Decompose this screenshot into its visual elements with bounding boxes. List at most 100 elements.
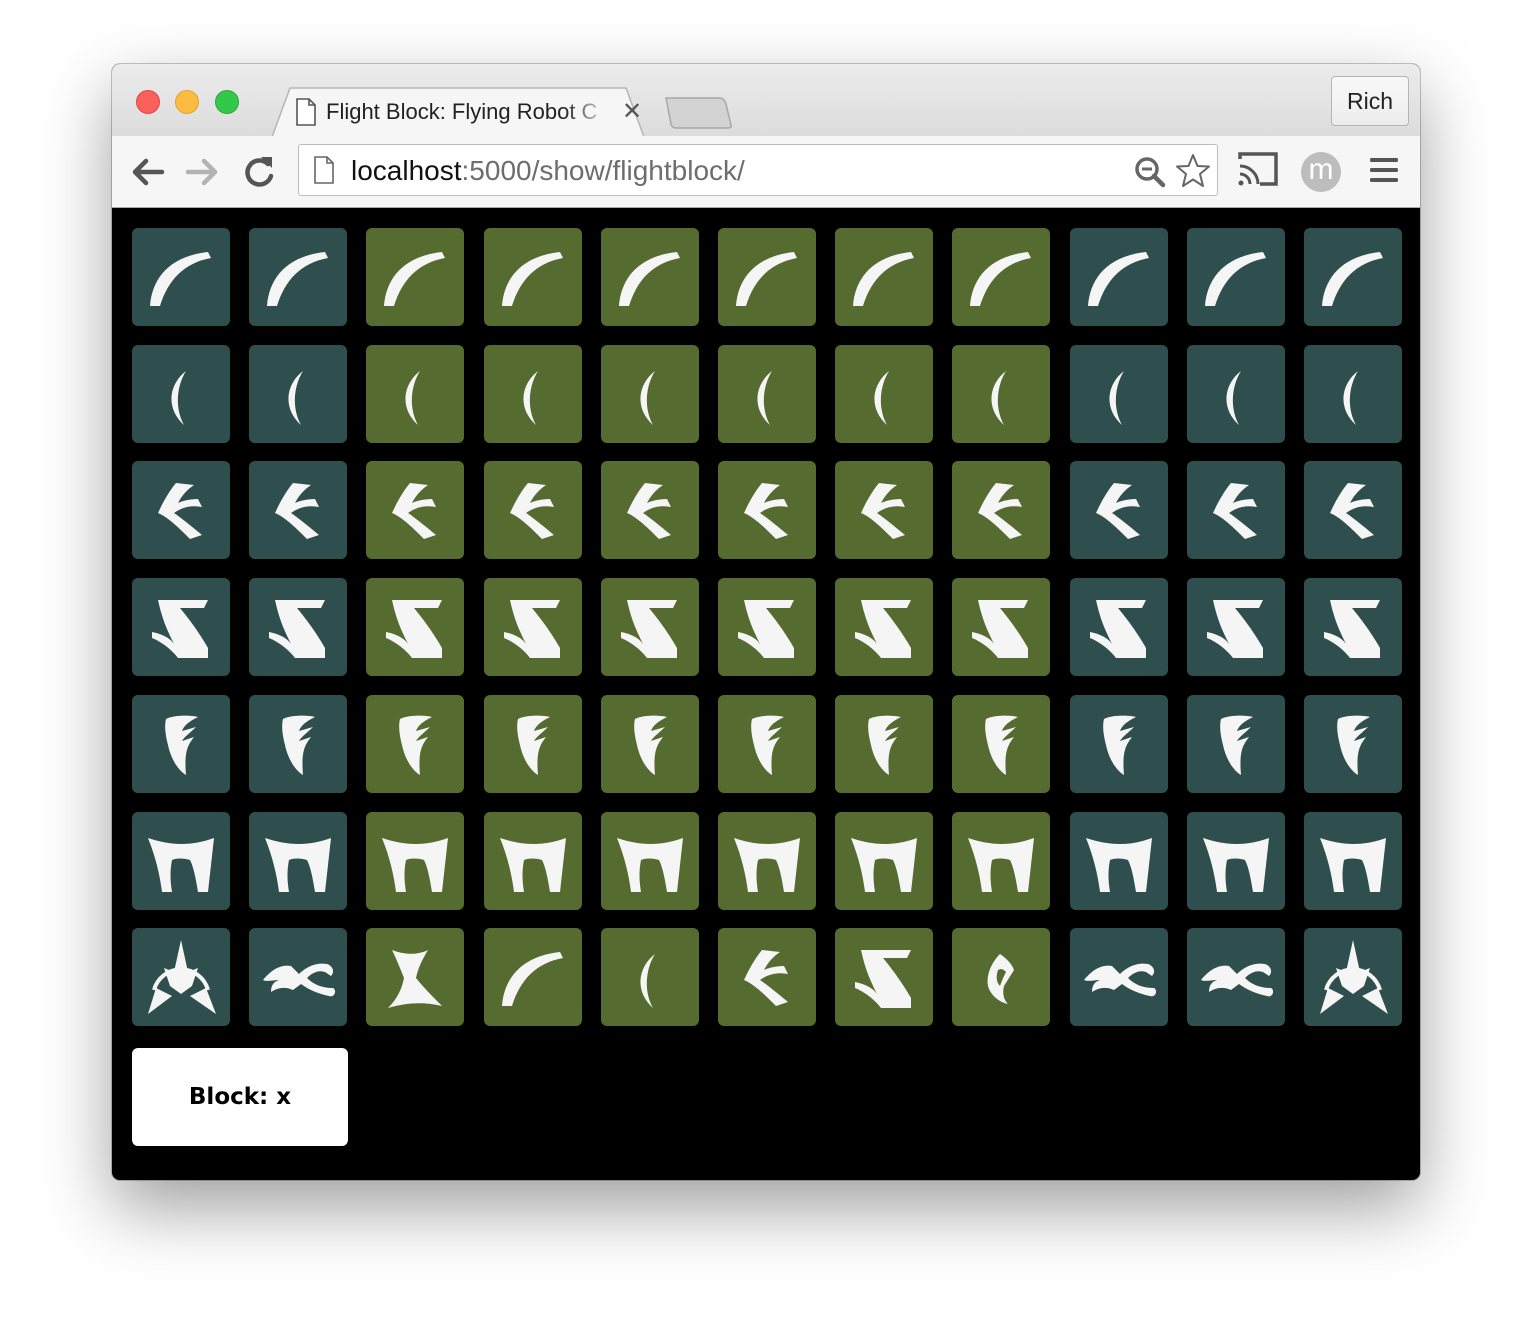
flight-block-tile[interactable] bbox=[484, 578, 582, 676]
f-shape-icon bbox=[165, 715, 198, 775]
flight-block-tile[interactable] bbox=[1187, 461, 1285, 559]
flight-block-tile[interactable] bbox=[1070, 695, 1168, 793]
flight-block-tile[interactable] bbox=[835, 228, 933, 326]
flight-block-tile[interactable] bbox=[835, 928, 933, 1026]
flight-block-tile[interactable] bbox=[1304, 578, 1402, 676]
flight-block-tile[interactable] bbox=[1070, 228, 1168, 326]
profile-button[interactable]: Rich bbox=[1331, 76, 1409, 126]
flight-block-tile[interactable] bbox=[952, 695, 1050, 793]
flight-block-tile[interactable] bbox=[249, 928, 347, 1026]
flight-block-tile[interactable] bbox=[1187, 228, 1285, 326]
flight-block-tile[interactable] bbox=[249, 812, 347, 910]
flight-block-tile[interactable] bbox=[1187, 345, 1285, 443]
flight-block-tile[interactable] bbox=[1304, 695, 1402, 793]
flight-block-tile[interactable] bbox=[132, 345, 230, 443]
flight-block-tile[interactable] bbox=[1070, 578, 1168, 676]
flight-block-tile[interactable] bbox=[1304, 812, 1402, 910]
flight-block-tile[interactable] bbox=[718, 345, 816, 443]
avatar[interactable]: m bbox=[1301, 152, 1341, 192]
flight-block-tile[interactable] bbox=[718, 695, 816, 793]
flight-block-tile[interactable] bbox=[718, 928, 816, 1026]
flight-block-tile[interactable] bbox=[601, 461, 699, 559]
flight-block-tile[interactable] bbox=[1187, 695, 1285, 793]
flight-block-tile[interactable] bbox=[718, 461, 816, 559]
flight-block-tile[interactable] bbox=[1070, 928, 1168, 1026]
flight-block-tile[interactable] bbox=[132, 695, 230, 793]
flight-block-tile[interactable] bbox=[1304, 928, 1402, 1026]
flight-block-tile[interactable] bbox=[366, 812, 464, 910]
flight-block-tile[interactable] bbox=[484, 928, 582, 1026]
flight-block-tile[interactable] bbox=[718, 578, 816, 676]
flight-block-tile[interactable] bbox=[366, 928, 464, 1026]
flight-block-tile[interactable] bbox=[835, 695, 933, 793]
maximize-window-button[interactable] bbox=[215, 90, 239, 114]
flight-block-tile[interactable] bbox=[1187, 812, 1285, 910]
flight-block-tile[interactable] bbox=[601, 928, 699, 1026]
flight-block-tile[interactable] bbox=[952, 461, 1050, 559]
f-shape-icon bbox=[517, 715, 550, 775]
arc-icon bbox=[736, 252, 797, 306]
flight-block-tile[interactable] bbox=[1070, 345, 1168, 443]
arrow-icon bbox=[392, 483, 436, 539]
flight-block-tile[interactable] bbox=[132, 228, 230, 326]
minimize-window-button[interactable] bbox=[175, 90, 199, 114]
flight-block-tile[interactable] bbox=[132, 928, 230, 1026]
f-shape-icon bbox=[985, 715, 1018, 775]
flight-block-tile[interactable] bbox=[484, 345, 582, 443]
flight-block-tile[interactable] bbox=[718, 228, 816, 326]
flight-block-tile[interactable] bbox=[601, 578, 699, 676]
flight-block-tile[interactable] bbox=[1304, 345, 1402, 443]
flight-block-tile[interactable] bbox=[601, 345, 699, 443]
flight-block-tile[interactable] bbox=[1070, 812, 1168, 910]
flight-block-tile[interactable] bbox=[366, 345, 464, 443]
flight-block-tile[interactable] bbox=[484, 812, 582, 910]
reload-icon[interactable] bbox=[239, 152, 279, 192]
flight-block-tile[interactable] bbox=[484, 228, 582, 326]
flight-block-tile[interactable] bbox=[366, 228, 464, 326]
flight-block-tile[interactable] bbox=[484, 461, 582, 559]
flight-block-tile[interactable] bbox=[366, 695, 464, 793]
bookmark-star-icon[interactable] bbox=[1175, 153, 1211, 189]
flight-block-tile[interactable] bbox=[132, 461, 230, 559]
back-arrow-icon[interactable] bbox=[128, 152, 168, 192]
cast-icon[interactable] bbox=[1236, 150, 1280, 190]
flight-block-tile[interactable] bbox=[835, 578, 933, 676]
flight-block-tile[interactable] bbox=[835, 812, 933, 910]
flight-block-tile[interactable] bbox=[601, 228, 699, 326]
flight-block-tile[interactable] bbox=[718, 812, 816, 910]
flight-block-tile[interactable] bbox=[952, 928, 1050, 1026]
arc-icon bbox=[619, 252, 680, 306]
flight-block-tile[interactable] bbox=[1304, 461, 1402, 559]
flight-block-tile[interactable] bbox=[132, 578, 230, 676]
flight-block-tile[interactable] bbox=[1070, 461, 1168, 559]
flight-block-tile[interactable] bbox=[249, 345, 347, 443]
arc-icon bbox=[970, 252, 1031, 306]
zoom-icon[interactable] bbox=[1133, 155, 1167, 189]
flight-block-tile[interactable] bbox=[952, 578, 1050, 676]
flight-block-tile[interactable] bbox=[952, 812, 1050, 910]
flight-block-tile[interactable] bbox=[249, 461, 347, 559]
new-tab-button[interactable] bbox=[664, 96, 734, 130]
flight-block-tile[interactable] bbox=[132, 812, 230, 910]
flight-block-tile[interactable] bbox=[835, 461, 933, 559]
flight-block-tile[interactable] bbox=[484, 695, 582, 793]
flight-block-tile[interactable] bbox=[601, 812, 699, 910]
flight-block-tile[interactable] bbox=[952, 345, 1050, 443]
flight-block-tile[interactable] bbox=[601, 695, 699, 793]
forward-arrow-icon[interactable] bbox=[182, 152, 222, 192]
flight-block-tile[interactable] bbox=[1304, 228, 1402, 326]
flight-block-tile[interactable] bbox=[1187, 578, 1285, 676]
flight-block-tile[interactable] bbox=[1187, 928, 1285, 1026]
address-bar[interactable]: localhost:5000/show/flightblock/ bbox=[298, 144, 1218, 196]
flight-block-tile[interactable] bbox=[249, 578, 347, 676]
flight-block-tile[interactable] bbox=[366, 461, 464, 559]
flight-block-tile[interactable] bbox=[952, 228, 1050, 326]
klingon-emblem-icon bbox=[148, 940, 216, 1014]
menu-icon[interactable] bbox=[1368, 154, 1400, 186]
close-window-button[interactable] bbox=[136, 90, 160, 114]
flight-block-tile[interactable] bbox=[366, 578, 464, 676]
flight-block-tile[interactable] bbox=[835, 345, 933, 443]
tab-close-icon[interactable]: ✕ bbox=[620, 100, 644, 124]
flight-block-tile[interactable] bbox=[249, 228, 347, 326]
flight-block-tile[interactable] bbox=[249, 695, 347, 793]
